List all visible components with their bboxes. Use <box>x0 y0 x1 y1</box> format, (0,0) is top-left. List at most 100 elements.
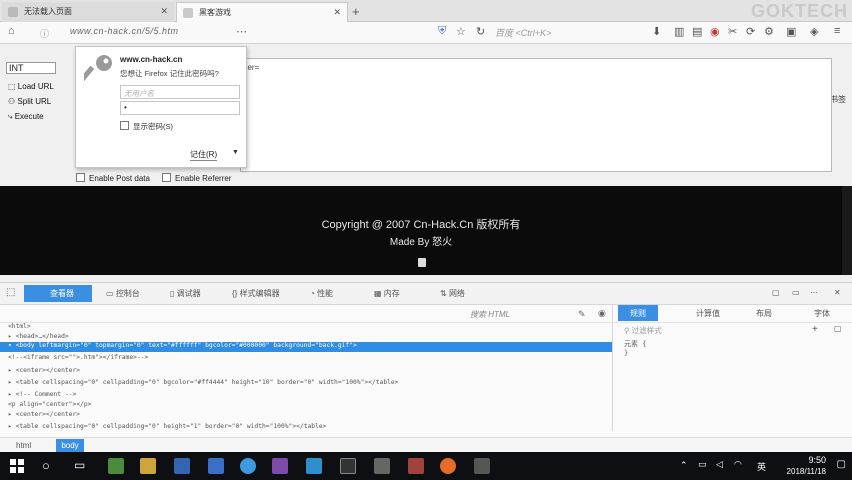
tab-rules[interactable]: 规则 <box>618 305 658 321</box>
tab-memory[interactable]: ▦ 内存 <box>374 288 400 299</box>
firefox-icon[interactable] <box>440 458 456 474</box>
ie-icon[interactable] <box>174 458 190 474</box>
menu-icon[interactable]: ≡ <box>834 25 840 37</box>
search-input[interactable]: 百度 <Ctrl+K> <box>495 26 635 39</box>
app-icon-6[interactable] <box>340 458 356 474</box>
close-tab-icon[interactable]: ✕ <box>333 7 341 18</box>
home-icon[interactable]: ⌂ <box>8 25 15 37</box>
clock-date[interactable]: 2018/11/18 <box>787 467 826 476</box>
responsive-icon[interactable]: ▭ <box>792 288 800 297</box>
html-search-input[interactable]: 搜索 HTML <box>470 309 510 320</box>
tab-console[interactable]: ▭ 控制台 <box>106 288 140 299</box>
sync-icon[interactable]: ⟳ <box>746 25 755 38</box>
code-line[interactable]: <html> <box>8 323 31 330</box>
clock-time[interactable]: 9:50 <box>808 455 826 465</box>
code-line[interactable]: ▸ <center></center> <box>8 411 80 418</box>
task-view-icon[interactable]: ▭ <box>74 458 85 472</box>
url-textarea[interactable]: her= <box>240 58 832 172</box>
load-url-button[interactable]: ⬚ Load URL <box>8 82 54 94</box>
new-tab-button[interactable]: + <box>352 4 360 19</box>
tab-inspector[interactable]: 查看器 <box>24 285 92 302</box>
app-icon-4[interactable] <box>272 458 288 474</box>
execute-label: Execute <box>14 112 44 121</box>
code-line[interactable]: ▸ <table cellspacing="0" cellpadding="0"… <box>8 423 326 430</box>
toggle-pseudo-icon[interactable]: ▢ <box>834 324 842 333</box>
tab-performance[interactable]: ◔ 性能 <box>310 288 333 299</box>
download-icon[interactable]: ⬇ <box>652 25 661 38</box>
selected-node-row[interactable]: ▾ <body leftmargin="0" topmargin="0" tex… <box>0 342 612 352</box>
password-field[interactable]: • <box>120 101 240 115</box>
devtools-tab-bar: ⬚ 查看器 ▭ 控制台 ▯ 调试器 {} 样式编辑器 ◔ 性能 ▦ 内存 ⇅ 网… <box>0 283 852 305</box>
app-icon-7[interactable] <box>374 458 390 474</box>
close-tab-icon[interactable]: ✕ <box>160 6 168 17</box>
app-icon-2[interactable] <box>208 458 224 474</box>
tab-fonts[interactable]: 字体 <box>814 308 830 319</box>
wifi-icon[interactable]: ◠ <box>734 459 742 470</box>
notification-icon[interactable]: ▢ <box>837 459 846 470</box>
app-icon-3[interactable] <box>240 458 256 474</box>
eyedropper-icon[interactable]: ◉ <box>598 308 606 319</box>
rules-filter-placeholder: 过滤样式 <box>631 326 662 335</box>
dock-icon[interactable]: ▢ <box>772 288 780 297</box>
bookmark-star-icon[interactable]: ☆ <box>456 25 466 38</box>
int-dropdown[interactable]: INT <box>6 62 56 74</box>
tab-debugger[interactable]: ▯ 调试器 <box>170 288 201 299</box>
tab-network[interactable]: ⇅ 网络 <box>440 288 465 299</box>
breadcrumb-body[interactable]: body <box>56 439 84 452</box>
url-bar[interactable]: www.cn-hack.cn/5/5.htm <box>70 26 370 36</box>
pick-color-icon[interactable]: ✎ <box>578 309 586 320</box>
app-icon-8[interactable] <box>408 458 424 474</box>
code-line[interactable]: ▸ <!-- Comment --> <box>8 391 76 398</box>
devtools-toolbar: 搜索 HTML ✎ ◉ <box>0 305 852 323</box>
options-icon[interactable]: ⋯ <box>810 288 818 297</box>
tab-network-label: 网络 <box>448 289 465 298</box>
code-line[interactable]: <!--<iframe src="">.htm"></iframe>--> <box>8 354 148 361</box>
pane-divider[interactable] <box>612 305 613 431</box>
search-icon[interactable]: ○ <box>42 458 50 473</box>
tab-style-editor[interactable]: {} 样式编辑器 <box>232 288 280 299</box>
reload-icon[interactable]: ↻ <box>476 25 485 38</box>
ime-indicator[interactable]: 英 <box>757 460 766 473</box>
rules-filter-input[interactable]: ⚲ 过滤样式 <box>624 325 662 336</box>
split-url-button[interactable]: ⚇ Split URL <box>8 97 51 109</box>
file-explorer-icon[interactable] <box>140 458 156 474</box>
app-icon-9[interactable] <box>474 458 490 474</box>
remember-button[interactable]: 记住(R) <box>190 149 218 161</box>
volume-icon[interactable]: ◁ <box>716 459 723 470</box>
addon-icon[interactable]: ◉ <box>710 25 720 38</box>
tab-page-load-error[interactable]: 无法载入页面 ✕ <box>2 2 174 22</box>
code-line[interactable]: ▸ <head>…</head> <box>8 333 69 340</box>
close-devtools-icon[interactable]: ✕ <box>834 288 841 297</box>
shield-icon[interactable]: ⛨ <box>438 25 446 38</box>
element-picker-icon[interactable]: ⬚ <box>6 287 15 298</box>
remember-dropdown-icon[interactable]: ▼ <box>232 149 239 156</box>
windows-start-icon[interactable] <box>10 459 24 473</box>
addon-2-icon[interactable]: ▣ <box>786 25 796 38</box>
add-rule-button[interactable]: + <box>812 324 818 335</box>
page-scrollbar[interactable] <box>842 186 852 275</box>
code-line[interactable]: ▸ <table cellspacing="0" cellpadding="0"… <box>8 379 398 386</box>
settings-icon[interactable]: ⚙ <box>764 25 774 38</box>
execute-button[interactable]: ⤷ Execute <box>8 112 44 124</box>
app-icon-5[interactable] <box>306 458 322 474</box>
app-icon-1[interactable] <box>108 458 124 474</box>
network-icon[interactable]: ▭ <box>698 459 707 470</box>
tab-layout[interactable]: 布局 <box>756 308 772 319</box>
tab-style-editor-label: 样式编辑器 <box>239 289 280 298</box>
tab-hacker-game[interactable]: 黑客游戏 ✕ <box>176 2 348 22</box>
extension-icon[interactable]: ◈ <box>810 25 818 38</box>
site-info-icon[interactable]: ⓘ <box>40 27 49 40</box>
show-password-checkbox[interactable]: 显示密码(S) <box>120 121 173 132</box>
code-line[interactable]: ▸ <center></center> <box>8 367 80 374</box>
enable-referrer-checkbox[interactable]: Enable Referrer <box>162 173 231 183</box>
screenshot-icon[interactable]: ✂ <box>728 25 737 38</box>
tray-chevron-icon[interactable]: ⌃ <box>680 460 688 471</box>
username-field[interactable]: 无用户名 <box>120 85 240 99</box>
sidebar-icon[interactable]: ▤ <box>692 25 702 38</box>
tab-computed[interactable]: 计算值 <box>696 308 720 319</box>
breadcrumb-html[interactable]: html <box>16 441 31 450</box>
library-icon[interactable]: ▥ <box>674 25 684 38</box>
page-actions-icon[interactable]: ⋯ <box>236 25 247 38</box>
code-line[interactable]: <p align="center"></p> <box>8 401 91 408</box>
enable-post-checkbox[interactable]: Enable Post data <box>76 173 150 183</box>
